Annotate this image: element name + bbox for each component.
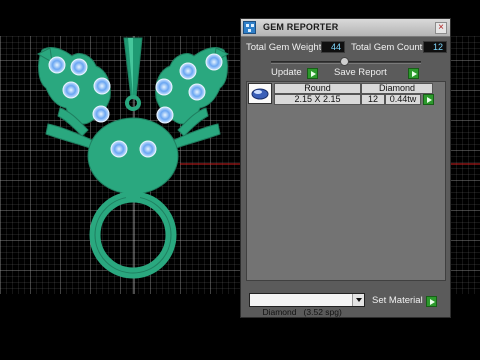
gem-stone <box>70 58 88 76</box>
gem-stone <box>179 62 197 80</box>
totals-row: Total Gem Weight 44 Total Gem Count 12 <box>241 41 450 55</box>
update-button[interactable]: Update <box>271 67 318 80</box>
set-material-button-label: Set Material <box>372 295 423 306</box>
gem-weight-cell: 0.44tw <box>385 94 421 105</box>
gem-stone <box>93 77 111 95</box>
total-gem-count-value: 12 <box>423 41 447 53</box>
gem-size-cell: 2.15 X 2.15 <box>274 94 361 105</box>
slider-handle[interactable] <box>340 57 349 66</box>
save-report-button[interactable]: Save Report <box>334 67 419 80</box>
gem-stone <box>92 105 110 123</box>
total-gem-count-label: Total Gem Count <box>351 42 423 53</box>
gem-count-cell: 12 <box>361 94 385 105</box>
go-arrow-icon <box>426 296 437 307</box>
round-gem-icon <box>251 88 269 100</box>
gem-reporter-panel: GEM REPORTER × Total Gem Weight 44 Total… <box>240 18 451 318</box>
total-gem-weight-value: 44 <box>321 41 345 53</box>
gem-stone <box>48 56 66 74</box>
gem-row-select-icon[interactable] <box>423 94 434 105</box>
update-button-label: Update <box>271 67 302 78</box>
panel-title: GEM REPORTER <box>263 22 339 32</box>
gem-stone <box>188 83 206 101</box>
total-gem-weight-label: Total Gem Weight <box>246 42 322 53</box>
gem-stone <box>110 140 128 158</box>
material-dropdown-value: Diamond (3.52 spg) <box>262 307 342 317</box>
gem-table-header-shape: Round <box>274 83 361 94</box>
gem-stone <box>139 140 157 158</box>
set-material-button[interactable]: Set Material <box>372 295 437 308</box>
go-arrow-icon <box>307 68 318 79</box>
gem-stone <box>155 78 173 96</box>
gem-stone <box>62 81 80 99</box>
gem-table-header-material: Diamond <box>361 83 433 94</box>
go-arrow-icon <box>408 68 419 79</box>
material-dropdown[interactable]: Diamond (3.52 spg) <box>249 293 365 317</box>
panel-titlebar[interactable]: GEM REPORTER × <box>241 19 450 37</box>
gem-stone <box>156 106 174 124</box>
chevron-down-icon[interactable] <box>352 294 364 306</box>
gem-thumbnail <box>248 83 272 104</box>
gem-list[interactable]: Round Diamond 2.15 X 2.15 12 0.44tw <box>246 81 446 281</box>
save-report-button-label: Save Report <box>334 67 387 78</box>
gem-reporter-app-icon <box>243 21 256 34</box>
gem-stone <box>205 53 223 71</box>
close-icon[interactable]: × <box>435 22 447 34</box>
